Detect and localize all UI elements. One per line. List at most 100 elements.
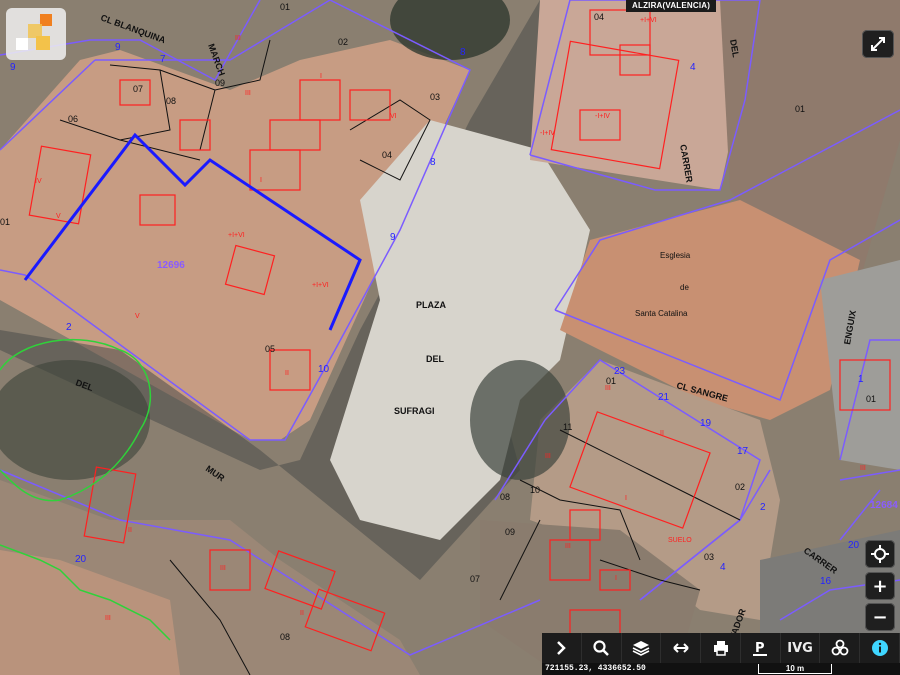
municipality-label: ALZIRA(VALENCIA): [626, 0, 717, 12]
menu-toggle-button[interactable]: [542, 633, 582, 663]
ivg-button[interactable]: IVG: [781, 633, 821, 663]
parcel-number: 04: [594, 12, 604, 22]
parcel-number: 10: [530, 485, 540, 495]
layers-icon: [632, 641, 650, 656]
print-button[interactable]: [701, 633, 741, 663]
parcel-number: 11: [563, 422, 572, 432]
church-label: Santa Catalina: [635, 309, 688, 318]
floor-tag: II: [128, 527, 132, 534]
layers-button[interactable]: [622, 633, 662, 663]
parcel-number: 03: [704, 552, 714, 562]
floor-tag: I: [320, 73, 322, 80]
info-icon: [871, 640, 888, 656]
parcel-ref-button[interactable]: P: [741, 633, 781, 663]
circles-icon: [831, 639, 849, 656]
parcel-number: 08: [166, 96, 176, 106]
floor-tag: III: [220, 565, 226, 572]
parcel-number: 04: [382, 150, 392, 160]
street-label: PLAZA: [416, 300, 446, 310]
floor-tag: III: [245, 90, 251, 97]
expand-icon: [871, 37, 885, 51]
search-button[interactable]: [582, 633, 622, 663]
block-number: 12696: [157, 260, 185, 271]
floor-tag: -I+IV: [540, 130, 555, 137]
parcel-number: 01: [280, 2, 290, 12]
floor-tag: III: [105, 615, 111, 622]
portal-number: 20: [75, 554, 87, 565]
pin-P-icon: P: [753, 641, 768, 656]
parcel-number: 01: [0, 217, 10, 227]
floor-tag: +I+VI: [640, 17, 657, 24]
portal-number: 8: [460, 47, 466, 58]
portal-number: 23: [614, 366, 626, 377]
portal-number: 9: [10, 62, 16, 73]
fullscreen-button[interactable]: [862, 30, 894, 58]
floor-tag: III: [545, 453, 551, 460]
coordinate-readout: 721155.23, 4336652.50: [542, 663, 755, 675]
zoom-out-button[interactable]: −: [865, 603, 895, 631]
map-canvas[interactable]: CL BLANQUINA MARCH DEL MUR PLAZA DEL SUF…: [0, 0, 900, 675]
parcel-number: 06: [68, 114, 78, 124]
portal-number: 9: [115, 42, 121, 53]
portal-number: 4: [690, 62, 696, 73]
floor-tag: I: [625, 495, 627, 502]
measure-button[interactable]: [661, 633, 702, 663]
floor-tag: V: [56, 213, 61, 220]
floor-tag: -I+IV: [595, 113, 610, 120]
parcel-number: 07: [133, 84, 143, 94]
crosshair-icon: [871, 545, 889, 563]
floor-tag: III: [565, 543, 571, 550]
floor-tag: I: [615, 575, 617, 582]
printer-icon: [713, 641, 728, 656]
portal-number: 7: [160, 54, 166, 65]
parcel-number: 02: [338, 37, 348, 47]
magnifier-icon: [593, 640, 610, 656]
floor-tag: IV: [35, 178, 42, 185]
floor-tag: +I+VI: [312, 282, 329, 289]
scale-label: 10 m: [758, 664, 832, 674]
floor-tag: I: [260, 177, 262, 184]
parcel-number: 09: [215, 78, 225, 88]
group-button[interactable]: [820, 633, 861, 663]
parcel-number: 03: [430, 92, 440, 102]
floor-tag: SUELO: [668, 537, 692, 544]
chevron-right-icon: [557, 641, 567, 655]
parcel-number: 08: [280, 632, 290, 642]
portal-number: 10: [318, 364, 330, 375]
floor-tag: III: [235, 35, 241, 42]
parcel-number: 05: [265, 344, 275, 354]
info-button[interactable]: [860, 633, 900, 663]
floor-tag: +I+VI: [228, 232, 245, 239]
floor-tag: VI: [390, 113, 397, 120]
scale-bar: 10 m: [752, 663, 900, 675]
church-label: de: [680, 283, 689, 292]
portal-number: 9: [390, 232, 396, 243]
portal-number: 8: [430, 157, 436, 168]
parcel-number: 02: [735, 482, 745, 492]
portal-number: 20: [848, 540, 860, 551]
zoom-in-button[interactable]: +: [865, 572, 895, 600]
portal-number: 2: [760, 502, 766, 513]
portal-number: 17: [737, 446, 749, 457]
portal-number: 16: [820, 576, 832, 587]
svg-text:P: P: [755, 641, 765, 656]
floor-tag: II: [660, 430, 664, 437]
app-logo: [6, 8, 66, 60]
parcel-number: 01: [795, 104, 805, 114]
toolbar: P IVG: [542, 633, 900, 663]
locate-button[interactable]: [865, 540, 895, 568]
parcel-number: 09: [505, 527, 515, 537]
floor-tag: II: [300, 610, 304, 617]
street-label: DEL: [426, 354, 445, 364]
church-label: Esglesia: [660, 251, 691, 260]
portal-number: 21: [658, 392, 670, 403]
floor-tag: III: [860, 465, 866, 472]
double-arrow-icon: [673, 643, 689, 653]
portal-number: 2: [66, 322, 72, 333]
floor-tag: II: [285, 370, 289, 377]
parcel-number: 07: [470, 574, 480, 584]
parcel-number: 08: [500, 492, 510, 502]
parcel-number: 01: [866, 394, 876, 404]
floor-tag: V: [135, 313, 140, 320]
street-label: SUFRAGI: [394, 406, 435, 416]
